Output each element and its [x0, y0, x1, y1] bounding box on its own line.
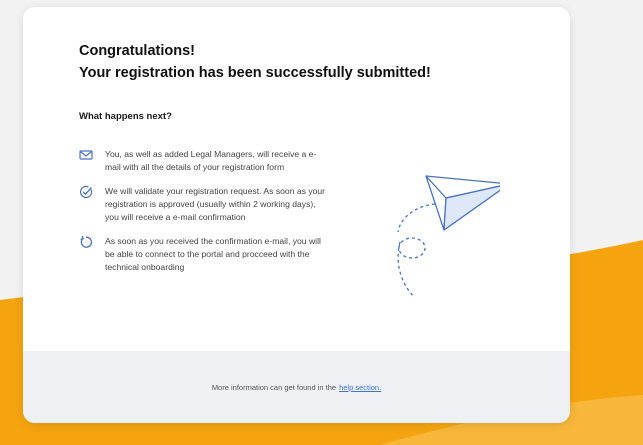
next-steps-list: You, as well as added Legal Managers, wi…	[79, 148, 329, 285]
step-validation-text: We will validate your registration reque…	[105, 186, 326, 222]
next-steps-heading: What happens next?	[79, 111, 172, 122]
step-email-text: You, as well as added Legal Managers, wi…	[105, 149, 317, 172]
step-validation: We will validate your registration reque…	[79, 185, 329, 224]
step-email: You, as well as added Legal Managers, wi…	[79, 148, 329, 174]
card-body: Congratulations! Your registration has b…	[23, 7, 570, 351]
card-footer: More information can get found in the he…	[23, 351, 570, 423]
paper-plane-icon	[397, 175, 500, 298]
page-title: Congratulations! Your registration has b…	[79, 40, 431, 84]
refresh-icon	[79, 235, 93, 249]
step-onboarding: As soon as you received the confirmation…	[79, 235, 329, 274]
step-onboarding-text: As soon as you received the confirmation…	[105, 236, 321, 272]
title-line-2: Your registration has been successfully …	[79, 65, 431, 81]
envelope-icon	[79, 148, 93, 162]
confirmation-card: Congratulations! Your registration has b…	[23, 7, 570, 423]
title-line-1: Congratulations!	[79, 43, 195, 59]
help-section-link[interactable]: help section.	[339, 383, 381, 392]
check-circle-icon	[79, 185, 93, 199]
footer-text: More information can get found in the	[211, 382, 337, 392]
